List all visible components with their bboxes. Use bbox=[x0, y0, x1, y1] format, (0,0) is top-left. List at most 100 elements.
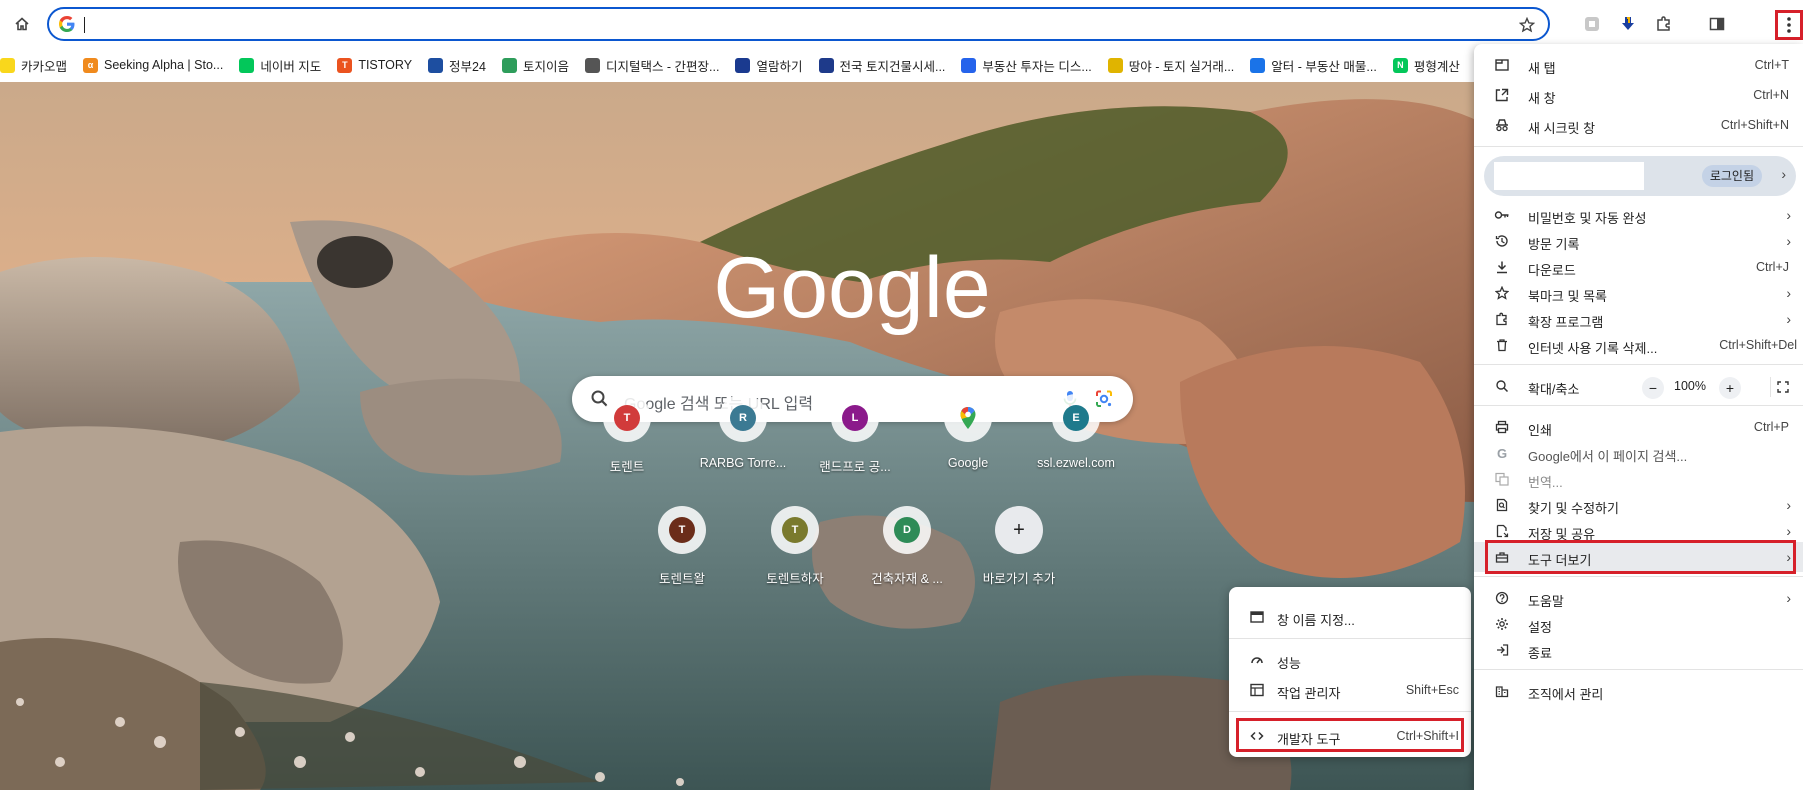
zoom-row: 확대/축소 − 100% + bbox=[1474, 371, 1803, 401]
clear-browsing-data-item[interactable]: 인터넷 사용 기록 삭제... Ctrl+Shift+Del bbox=[1474, 330, 1803, 360]
shortcut-tile[interactable]: D 건축자재 & ... bbox=[851, 506, 963, 606]
shortcut-label: RARBG Torre... bbox=[699, 456, 787, 470]
download-extension-button[interactable] bbox=[1616, 12, 1640, 36]
star-outline-icon bbox=[1494, 285, 1510, 301]
shortcut-label: 바로가기 추가 bbox=[982, 572, 1056, 586]
help-circle-icon bbox=[1494, 590, 1510, 606]
shortcut-label: ssl.ezwel.com bbox=[1037, 456, 1115, 470]
shortcut-tile[interactable]: L 랜드프로 공... bbox=[799, 394, 911, 494]
bookmark-item[interactable]: 열람하기 bbox=[727, 51, 810, 79]
shortcut-tile[interactable]: Google bbox=[912, 394, 1024, 494]
performance-item[interactable]: 성능 bbox=[1229, 645, 1471, 675]
bookmark-item[interactable]: 땅야 - 토지 실거래... bbox=[1100, 51, 1243, 79]
bookmark-favicon-icon bbox=[1250, 57, 1266, 73]
bookmark-favicon-icon: N bbox=[1392, 57, 1408, 73]
new-incognito-window-item[interactable]: 새 시크릿 창 Ctrl+Shift+N bbox=[1474, 110, 1803, 140]
key-icon bbox=[1494, 207, 1510, 223]
chevron-right-icon: › bbox=[1786, 311, 1791, 327]
new-window-item[interactable]: 새 창 Ctrl+N bbox=[1474, 80, 1803, 110]
extension-gray-button[interactable] bbox=[1580, 12, 1604, 36]
browser-toolbar bbox=[0, 0, 1803, 48]
bookmark-item[interactable]: 네이버 지도 bbox=[231, 51, 329, 79]
chevron-right-icon: › bbox=[1786, 497, 1791, 513]
shortcut-tile[interactable]: T 토렌트왈 bbox=[626, 506, 738, 606]
menu-separator bbox=[1474, 364, 1803, 365]
developer-tools-highlight bbox=[1236, 718, 1464, 752]
exit-item[interactable]: 종료 bbox=[1474, 635, 1803, 665]
chevron-right-icon: › bbox=[1781, 166, 1786, 182]
bookmark-favicon-icon bbox=[501, 57, 517, 73]
shortcut-tile[interactable]: R RARBG Torre... bbox=[687, 394, 799, 494]
submenu-separator bbox=[1229, 711, 1471, 712]
menu-separator bbox=[1474, 405, 1803, 406]
submenu-separator bbox=[1229, 638, 1471, 639]
google-logo: Google bbox=[713, 240, 990, 336]
bookmark-item[interactable]: 정부24 bbox=[420, 51, 494, 79]
shortcut-tile[interactable]: T 토렌트 bbox=[571, 394, 683, 494]
google-maps-pin-icon bbox=[955, 405, 981, 431]
shortcut-icon-circle: E bbox=[1052, 394, 1100, 442]
bookmark-label: Seeking Alpha | Sto... bbox=[104, 58, 224, 72]
signed-in-badge: 로그인됨 bbox=[1701, 165, 1762, 187]
shortcut-icon-circle: T bbox=[771, 506, 819, 554]
shortcut-avatar-icon: R bbox=[730, 405, 756, 431]
save-share-icon bbox=[1494, 523, 1510, 539]
side-panel-icon bbox=[1709, 17, 1725, 31]
chevron-right-icon: › bbox=[1786, 207, 1791, 223]
address-bar[interactable] bbox=[47, 7, 1550, 41]
printer-icon bbox=[1494, 419, 1510, 435]
bookmark-label: 알터 - 부동산 매물... bbox=[1271, 59, 1377, 74]
bookmark-item[interactable]: 전국 토지건물시세... bbox=[811, 51, 954, 79]
bookmark-favicon-icon bbox=[0, 57, 15, 73]
side-panel-button[interactable] bbox=[1705, 12, 1729, 36]
bookmark-label: 디지털택스 - 간편장... bbox=[605, 59, 720, 74]
building-icon bbox=[1494, 683, 1510, 699]
google-g-icon bbox=[59, 16, 75, 32]
bookmark-label: 네이버 지도 bbox=[260, 59, 322, 74]
shortcut-label: 랜드프로 공... bbox=[819, 460, 891, 474]
bookmark-item[interactable]: 카카오맵 bbox=[0, 51, 75, 79]
fullscreen-button[interactable] bbox=[1770, 377, 1794, 397]
bookmark-item[interactable]: α Seeking Alpha | Sto... bbox=[75, 51, 231, 79]
shortcut-icon-circle: T bbox=[658, 506, 706, 554]
home-button[interactable] bbox=[10, 12, 34, 36]
shortcut-tile[interactable]: T 토렌트하자 bbox=[739, 506, 851, 606]
star-icon bbox=[1519, 17, 1535, 33]
add-shortcut-tile[interactable]: + 바로가기 추가 bbox=[963, 506, 1075, 606]
shortcut-label: Google bbox=[947, 456, 989, 470]
zoom-in-button[interactable]: + bbox=[1719, 377, 1741, 399]
task-manager-item[interactable]: 작업 관리자 Shift+Esc bbox=[1229, 675, 1471, 705]
puzzle-icon bbox=[1494, 311, 1510, 327]
bookmark-favicon-icon bbox=[1107, 57, 1123, 73]
bookmark-favicon-icon bbox=[584, 57, 600, 73]
zoom-out-button[interactable]: − bbox=[1642, 377, 1664, 399]
extensions-button[interactable] bbox=[1652, 12, 1676, 36]
bookmark-label: 열람하기 bbox=[756, 59, 803, 74]
shortcut-icon-circle: + bbox=[995, 506, 1043, 554]
incognito-icon bbox=[1494, 117, 1510, 133]
managed-by-organization-item[interactable]: 조직에서 관리 bbox=[1474, 676, 1803, 706]
profile-row[interactable]: 로그인됨 › bbox=[1484, 156, 1796, 196]
shortcut-avatar-icon: T bbox=[782, 517, 808, 543]
new-tab-item[interactable]: 새 탭 Ctrl+T bbox=[1474, 50, 1803, 80]
shortcut-icon-circle: T bbox=[603, 394, 651, 442]
plus-icon: + bbox=[1013, 518, 1025, 541]
shortcut-tile[interactable]: Essl.ezwel.com bbox=[1020, 394, 1132, 494]
bookmark-label: 토지이음 bbox=[522, 59, 569, 74]
task-manager-icon bbox=[1249, 682, 1265, 698]
shortcut-avatar-icon: E bbox=[1063, 405, 1089, 431]
bookmark-item[interactable]: 부동산 투자는 디스... bbox=[953, 51, 1099, 79]
bookmark-favicon-icon: α bbox=[83, 57, 99, 73]
bookmark-item[interactable]: 디지털택스 - 간편장... bbox=[577, 51, 728, 79]
bookmark-item[interactable]: 알터 - 부동산 매물... bbox=[1242, 51, 1385, 79]
name-window-item[interactable]: 창 이름 지정... bbox=[1229, 602, 1471, 632]
chrome-menu-button[interactable] bbox=[1775, 10, 1803, 40]
bookmark-item[interactable]: 토지이음 bbox=[494, 51, 577, 79]
bookmark-item[interactable]: N 평형계산 bbox=[1385, 51, 1468, 79]
bookmark-star-button[interactable] bbox=[1516, 14, 1538, 36]
bookmark-item[interactable]: T TISTORY bbox=[329, 51, 420, 79]
bookmark-favicon-icon bbox=[818, 57, 834, 73]
menu-separator bbox=[1474, 669, 1803, 670]
shortcut-label: 건축자재 & ... bbox=[871, 572, 943, 586]
translate-icon bbox=[1494, 471, 1510, 487]
